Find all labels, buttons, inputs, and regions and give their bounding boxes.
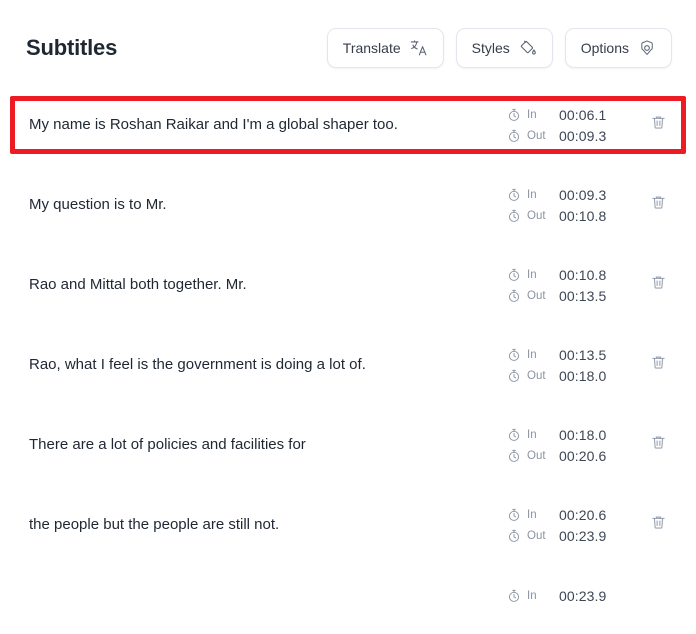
timecode-in-label: In [527,428,537,441]
translate-icon [410,39,428,57]
stopwatch-icon [507,209,521,223]
stopwatch-icon [507,529,521,543]
timecode-in-value: 00:13.5 [559,346,607,363]
stopwatch-icon [507,268,521,282]
timecode-out-label: Out [527,529,546,542]
delete-subtitle-button[interactable] [643,270,673,300]
styles-button-label: Styles [471,40,510,56]
timecode-in-value: 00:09.3 [559,186,607,203]
timecode-out-label: Out [527,129,546,142]
timecode-out[interactable]: Out 00:20.6 [507,448,635,464]
delete-subtitle-button[interactable] [643,190,673,220]
trash-icon [650,114,667,136]
trash-icon [650,434,667,456]
timecode-in[interactable]: In 00:20.6 [507,507,635,523]
trash-icon [650,514,667,536]
timecode-out-label: Out [527,369,546,382]
timecode-out[interactable]: Out 00:10.8 [507,208,635,224]
subtitle-timecodes: In 00:20.6 Out 00:23.9 [507,507,635,544]
timecode-out-value: 00:18.0 [559,367,607,384]
stopwatch-icon [507,508,521,522]
translate-button[interactable]: Translate [326,28,444,68]
stopwatch-icon [507,369,521,383]
timecode-in-value: 00:10.8 [559,266,607,283]
timecode-out-value: 00:10.8 [559,207,607,224]
timecode-in[interactable]: In 00:13.5 [507,347,635,363]
subtitle-timecodes: In 00:10.8 Out 00:13.5 [507,267,635,304]
subtitle-timecodes: In 00:23.9 Out [507,588,635,623]
timecode-out[interactable]: Out 00:09.3 [507,128,635,144]
subtitle-text[interactable]: Rao, what I feel is the government is do… [29,355,507,375]
subtitle-text[interactable]: Rao and Mittal both together. Mr. [29,275,507,295]
stopwatch-icon [507,449,521,463]
settings-gear-icon [638,39,656,57]
subtitle-list: My name is Roshan Raikar and I'm a globa… [0,96,696,634]
timecode-out[interactable]: Out 00:23.9 [507,528,635,544]
timecode-in[interactable]: In 00:18.0 [507,427,635,443]
stopwatch-icon [507,188,521,202]
timecode-out-value: 00:09.3 [559,127,607,144]
stopwatch-icon [507,108,521,122]
stopwatch-icon [507,428,521,442]
timecode-in[interactable]: In 00:10.8 [507,267,635,283]
timecode-in-label: In [527,508,537,521]
subtitle-text[interactable]: the people but the people are still not. [29,515,507,535]
timecode-out-label: Out [527,289,546,302]
stopwatch-icon [507,129,521,143]
stopwatch-icon [507,589,521,603]
options-button[interactable]: Options [564,28,672,68]
timecode-in-value: 00:18.0 [559,426,607,443]
paint-bucket-icon [519,39,537,57]
timecode-out[interactable]: Out 00:18.0 [507,368,635,384]
subtitle-row[interactable]: Rao and Mittal both together. Mr. In 00:… [10,256,686,314]
subtitle-row[interactable]: Rao, what I feel is the government is do… [10,336,686,394]
timecode-out-value: 00:13.5 [559,287,607,304]
timecode-out-label: Out [527,449,546,462]
subtitle-text[interactable]: There are a lot of policies and faciliti… [29,435,507,455]
subtitle-timecodes: In 00:13.5 Out 00:18.0 [507,347,635,384]
timecode-in[interactable]: In 00:09.3 [507,187,635,203]
timecode-in-label: In [527,268,537,281]
subtitle-row[interactable]: My name is Roshan Raikar and I'm a globa… [10,96,686,154]
delete-subtitle-button[interactable] [643,350,673,380]
timecode-out-value: 00:23.9 [559,527,607,544]
timecode-out[interactable]: Out 00:13.5 [507,288,635,304]
trash-icon [650,274,667,296]
timecode-in-label: In [527,188,537,201]
timecode-out-label: Out [527,209,546,222]
page-header: Subtitles Translate Styles Options [0,0,696,96]
subtitle-row[interactable]: In 00:23.9 Out [10,576,686,634]
header-actions: Translate Styles Options [326,28,672,68]
timecode-in-label: In [527,108,537,121]
timecode-out-value: 00:20.6 [559,447,607,464]
stopwatch-icon [507,289,521,303]
subtitle-timecodes: In 00:06.1 Out 00:09.3 [507,107,635,144]
delete-subtitle-button[interactable] [643,110,673,140]
subtitle-timecodes: In 00:09.3 Out 00:10.8 [507,187,635,224]
delete-subtitle-button[interactable] [643,430,673,460]
subtitle-text[interactable]: My question is to Mr. [29,195,507,215]
timecode-in-value: 00:20.6 [559,506,607,523]
timecode-in[interactable]: In 00:06.1 [507,107,635,123]
delete-subtitle-button[interactable] [643,510,673,540]
subtitle-row[interactable]: My question is to Mr. In 00:09.3 Out 00:… [10,176,686,234]
styles-button[interactable]: Styles [455,28,553,68]
subtitle-text[interactable]: My name is Roshan Raikar and I'm a globa… [29,115,507,135]
timecode-in-label: In [527,589,537,602]
translate-button-label: Translate [342,40,401,56]
timecode-in-label: In [527,348,537,361]
stopwatch-icon [507,348,521,362]
trash-icon [650,194,667,216]
trash-icon [650,354,667,376]
timecode-in[interactable]: In 00:23.9 [507,588,635,604]
subtitle-row[interactable]: the people but the people are still not.… [10,496,686,554]
subtitle-row[interactable]: There are a lot of policies and faciliti… [10,416,686,474]
timecode-in-value: 00:06.1 [559,106,607,123]
subtitle-timecodes: In 00:18.0 Out 00:20.6 [507,427,635,464]
options-button-label: Options [580,40,629,56]
timecode-in-value: 00:23.9 [559,587,607,604]
page-title: Subtitles [26,35,118,60]
